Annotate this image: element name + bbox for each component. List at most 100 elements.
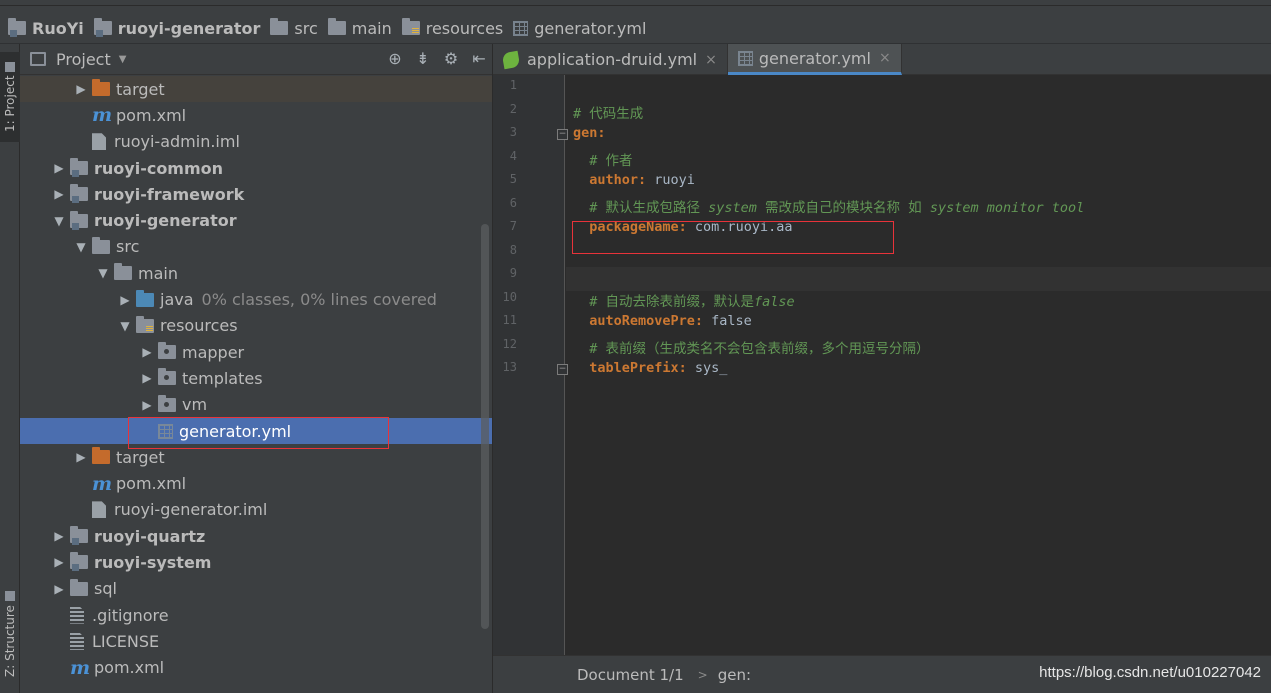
collapse-arrow-icon[interactable]: ▼ xyxy=(48,214,70,228)
project-panel-title[interactable]: Project xyxy=(56,50,111,69)
expand-arrow-icon[interactable]: ▶ xyxy=(48,161,70,175)
tree-item[interactable]: ▶ ruoyi-framework xyxy=(20,181,492,207)
tree-item-label: main xyxy=(138,263,178,283)
tree-item[interactable]: ▶ mapper xyxy=(20,339,492,365)
expand-arrow-icon[interactable]: ▶ xyxy=(136,398,158,412)
tree-item[interactable]: ▶ target xyxy=(20,444,492,470)
coverage-text: 0% classes, 0% lines covered xyxy=(201,290,437,310)
folder-icon xyxy=(114,263,132,281)
expand-arrow-icon[interactable]: ▶ xyxy=(48,582,70,596)
tree-item[interactable]: ruoyi-generator.iml xyxy=(20,497,492,523)
current-line-highlight xyxy=(566,267,1271,291)
code-line[interactable]: tablePrefix: sys_ xyxy=(573,360,727,376)
project-panel: Project ▼ ⊕ ⇟ ⚙ ⇤ ▶ target m pom.xml ruoyi-a… xyxy=(20,44,492,693)
tree-item[interactable]: ▶ sql xyxy=(20,576,492,602)
tree-scrollbar[interactable] xyxy=(481,224,489,629)
expand-arrow-icon[interactable]: ▶ xyxy=(114,293,136,307)
breadcrumb-ruoyi[interactable]: RuoYi xyxy=(4,13,90,44)
structure-tool-button[interactable]: Z: Structure xyxy=(0,579,20,689)
code-line[interactable]: author: ruoyi xyxy=(573,172,695,188)
editor-tab[interactable]: application-druid.yml × xyxy=(493,44,728,75)
tree-item-label: target xyxy=(116,79,165,99)
tree-item[interactable]: ▶ java 0% classes, 0% lines covered xyxy=(20,286,492,312)
text-file-icon xyxy=(70,606,84,624)
collapse-all-icon[interactable]: ⇟ xyxy=(414,50,432,68)
code-line[interactable]: # 表前缀（生成类名不会包含表前缀，多个用逗号分隔） xyxy=(573,337,929,357)
code-line[interactable]: # 作者 xyxy=(573,149,632,169)
document-indicator[interactable]: Document 1/1 xyxy=(577,666,684,684)
line-number: 9 xyxy=(509,266,517,280)
spring-icon xyxy=(501,50,521,69)
chevron-down-icon[interactable]: ▼ xyxy=(119,54,127,65)
code-line[interactable]: packageName: com.ruoyi.aa xyxy=(573,219,792,235)
tree-item[interactable]: ▼ ruoyi-generator xyxy=(20,207,492,233)
fold-marker-icon[interactable]: − xyxy=(557,364,568,375)
hide-panel-icon[interactable]: ⇤ xyxy=(470,50,488,68)
main-toolbar xyxy=(0,0,1271,6)
line-number: 13 xyxy=(502,360,517,374)
tree-item[interactable]: ▼ src xyxy=(20,234,492,260)
tree-item[interactable]: m pom.xml xyxy=(20,102,492,128)
code-token: system monitor tool xyxy=(929,199,1085,216)
tree-item[interactable]: ruoyi-admin.iml xyxy=(20,129,492,155)
expand-arrow-icon[interactable]: ▶ xyxy=(48,187,70,201)
tree-item-label: resources xyxy=(160,316,238,336)
code-line[interactable]: gen: xyxy=(573,125,606,141)
tree-item[interactable]: m pom.xml xyxy=(20,655,492,681)
code-token: system xyxy=(708,199,757,216)
module-folder-icon xyxy=(70,552,88,572)
close-icon[interactable]: × xyxy=(879,50,891,66)
tree-item[interactable]: ▶ ruoyi-quartz xyxy=(20,523,492,549)
expand-arrow-icon[interactable]: ▶ xyxy=(48,529,70,543)
yaml-path-indicator[interactable]: gen: xyxy=(718,666,751,684)
expand-arrow-icon[interactable]: ▶ xyxy=(70,82,92,96)
editor-tab-label: application-druid.yml xyxy=(527,50,698,69)
tree-item[interactable]: ▶ target xyxy=(20,76,492,103)
code-token: sys_ xyxy=(686,360,728,376)
tree-item[interactable]: ▼ resources xyxy=(20,313,492,339)
breadcrumb-generator-yml[interactable]: generator.yml xyxy=(509,13,652,44)
expand-arrow-icon[interactable]: ▶ xyxy=(70,450,92,464)
expand-arrow-icon[interactable]: ▶ xyxy=(48,555,70,569)
code-line[interactable]: autoRemovePre: false xyxy=(573,313,752,329)
project-tool-button[interactable]: 1: Project xyxy=(0,52,20,142)
breadcrumb-src[interactable]: src xyxy=(266,13,323,44)
tree-item-label: pom.xml xyxy=(94,658,165,678)
breadcrumb-main[interactable]: main xyxy=(324,13,398,44)
locate-icon[interactable]: ⊕ xyxy=(386,50,404,68)
breadcrumb-resources[interactable]: resources xyxy=(398,13,510,44)
folder-orange-icon xyxy=(92,79,110,97)
tree-item[interactable]: .gitignore xyxy=(20,602,492,628)
collapse-arrow-icon[interactable]: ▼ xyxy=(70,240,92,254)
expand-arrow-icon[interactable]: ▶ xyxy=(136,345,158,359)
yml-icon xyxy=(737,50,753,66)
tree-item[interactable]: LICENSE xyxy=(20,628,492,654)
module-folder-icon xyxy=(8,18,26,37)
code-line[interactable]: # 自动去除表前缀，默认是false xyxy=(573,290,794,310)
module-folder-icon xyxy=(70,526,88,546)
tree-item-label: ruoyi-common xyxy=(94,158,224,178)
breadcrumb-ruoyi-generator[interactable]: ruoyi-generator xyxy=(90,13,267,44)
tree-item[interactable]: ▶ vm xyxy=(20,392,492,418)
tree-item[interactable]: m pom.xml xyxy=(20,470,492,496)
code-editor[interactable]: 1 2 3 4 5 6 7 8 9 10 11 12 13− − # 代码生成 gen: # 作者 auth… xyxy=(493,75,1271,655)
tree-item[interactable]: ▶ ruoyi-common xyxy=(20,155,492,181)
editor-tab[interactable]: generator.yml × xyxy=(727,44,902,75)
code-line[interactable]: # 代码生成 xyxy=(573,102,643,122)
structure-tool-icon xyxy=(5,591,15,602)
expand-arrow-icon[interactable]: ▶ xyxy=(136,371,158,385)
tree-item[interactable]: ▼ main xyxy=(20,260,492,286)
close-icon[interactable]: × xyxy=(705,52,717,68)
tree-item[interactable]: ▶ templates xyxy=(20,365,492,391)
tree-item-label: .gitignore xyxy=(92,605,169,625)
fold-marker-icon[interactable]: − xyxy=(557,129,568,140)
gear-icon[interactable]: ⚙ xyxy=(442,50,460,68)
collapse-arrow-icon[interactable]: ▼ xyxy=(114,319,136,333)
tree-item-label: ruoyi-framework xyxy=(94,184,245,204)
maven-icon: m xyxy=(92,104,113,127)
code-line[interactable]: # 默认生成包路径 system 需改成自己的模块名称 如 system mon… xyxy=(573,196,1084,216)
collapse-arrow-icon[interactable]: ▼ xyxy=(92,266,114,280)
tree-item[interactable]: ▶ ruoyi-system xyxy=(20,549,492,575)
tree-item[interactable]: generator.yml xyxy=(20,417,492,445)
package-folder-icon xyxy=(158,342,176,360)
